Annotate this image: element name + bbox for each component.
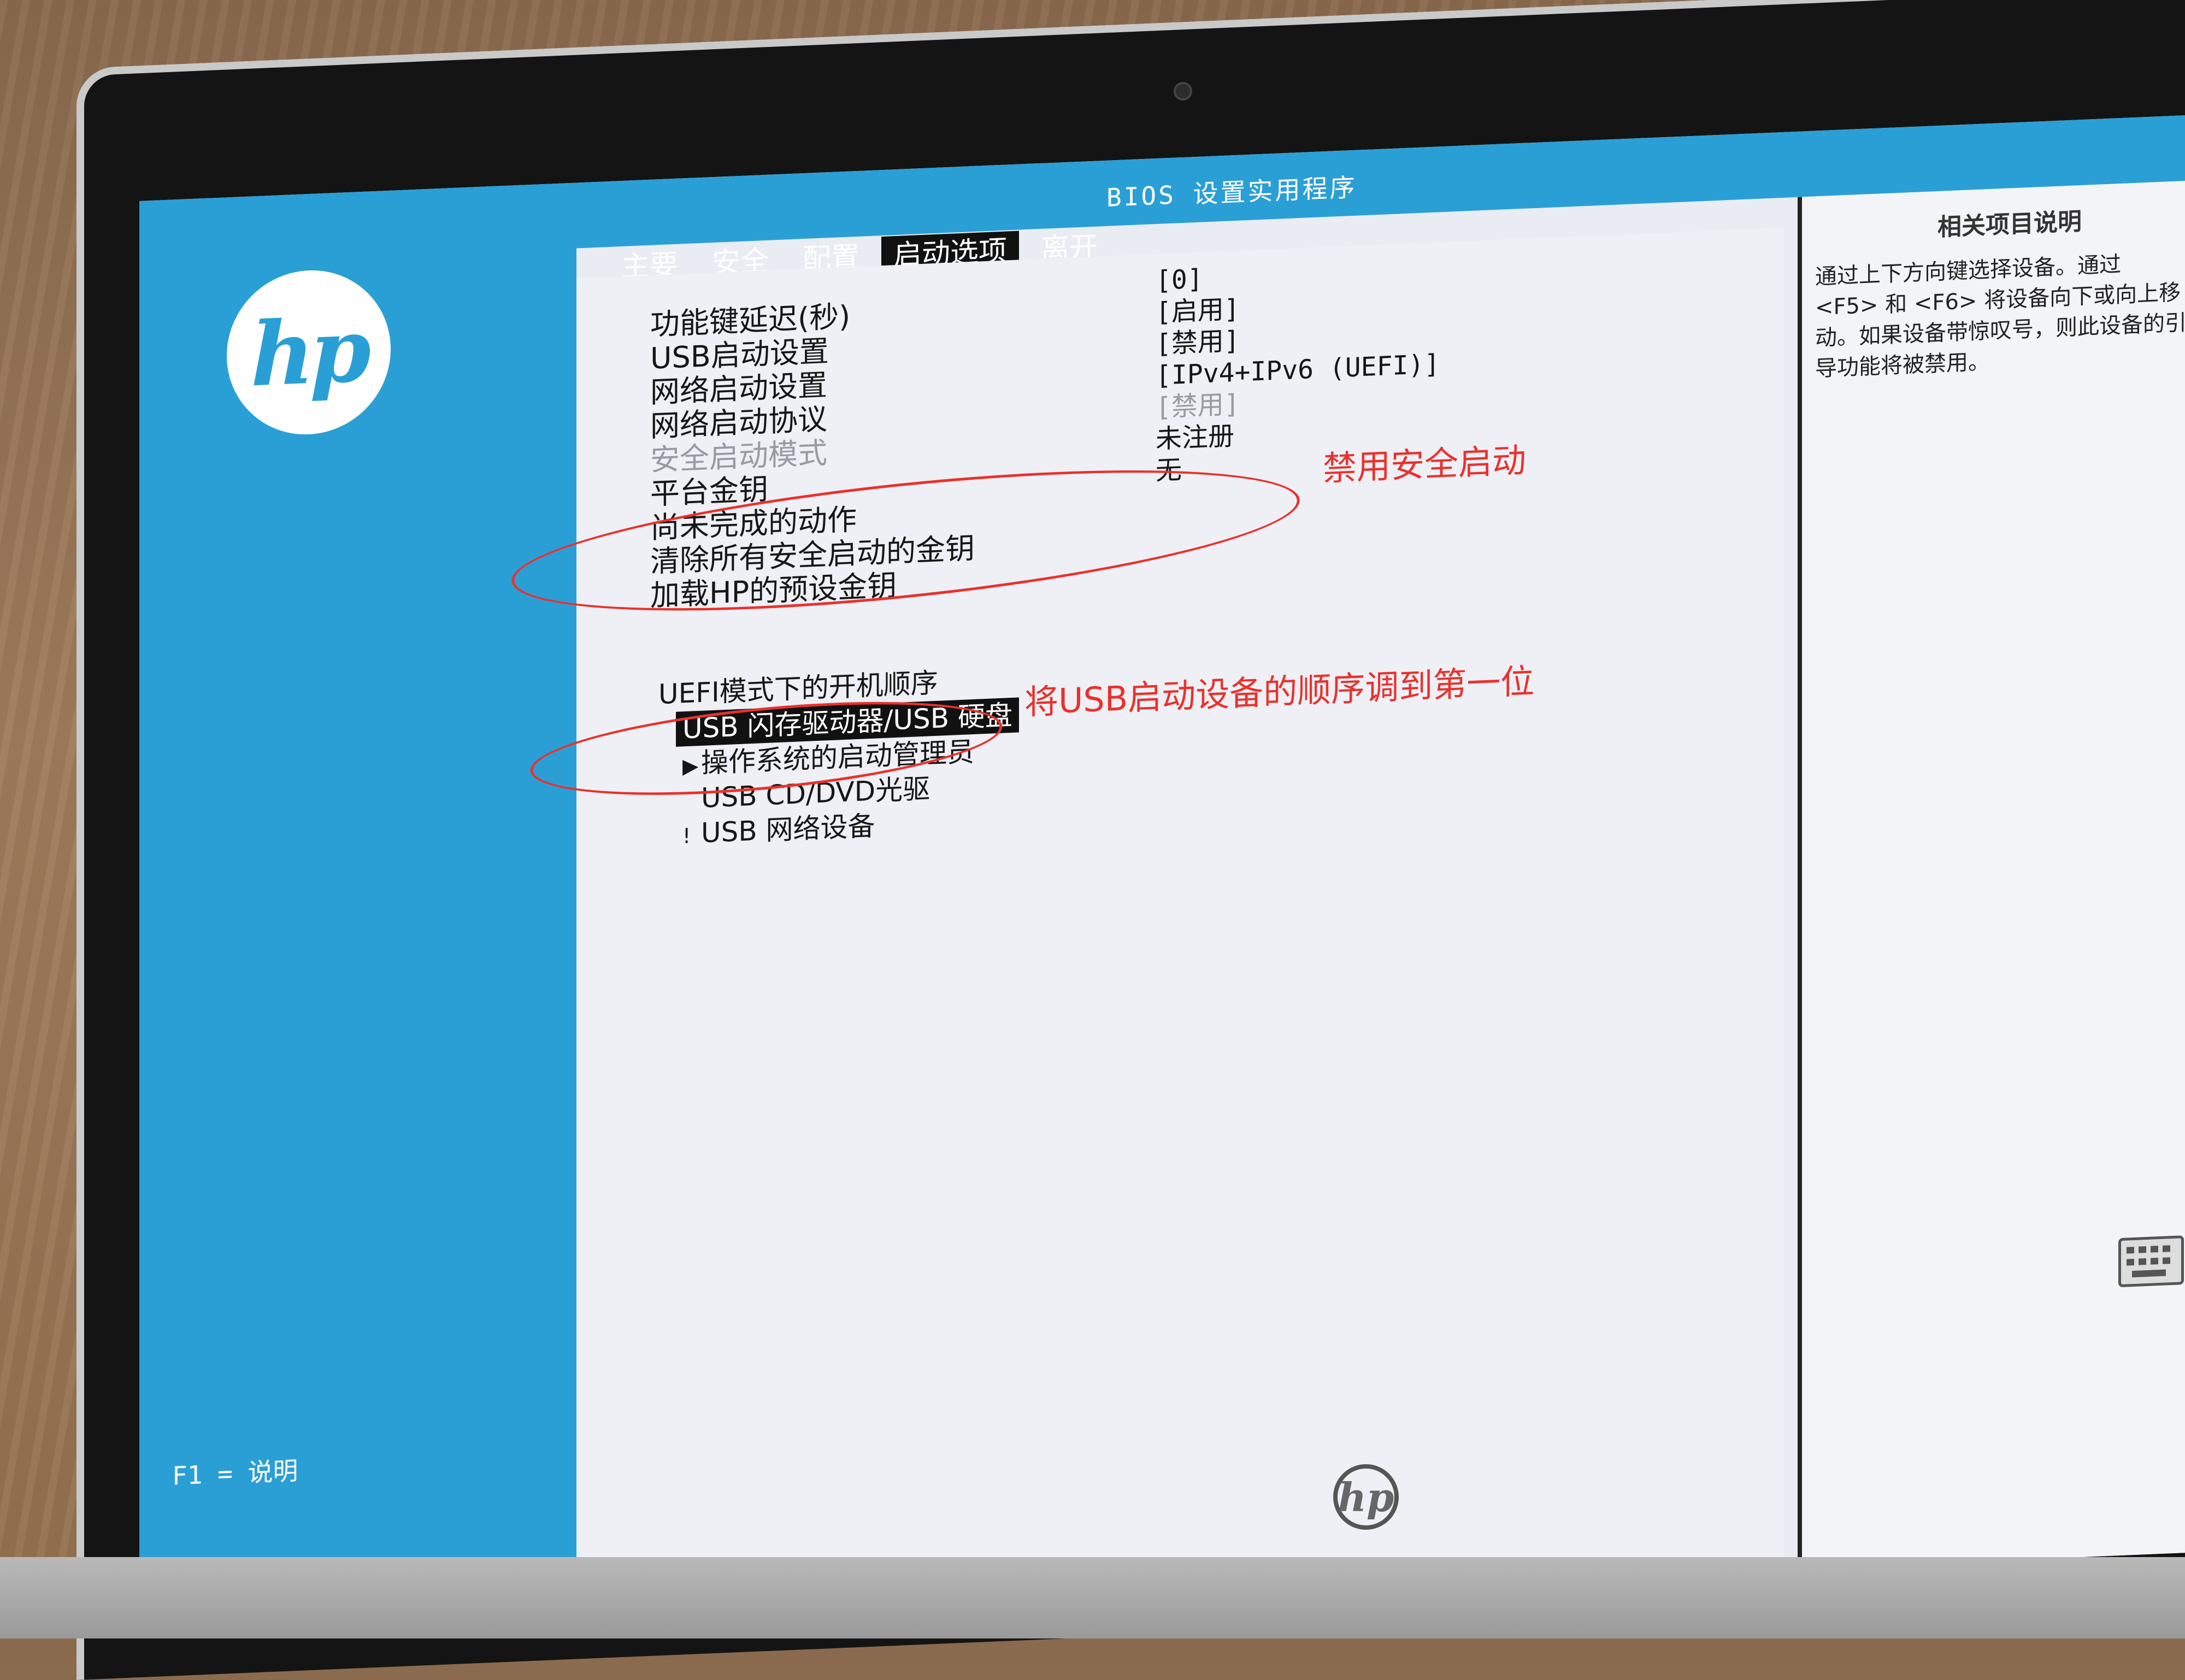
bios-screen: BIOS 设置实用程序 hp 主要 安全 配置 启动选项 离开 相关项目说明 通… [139, 115, 2185, 1639]
help-text: 通过上下方向键选择设备。通过 <F5> 和 <F6> 将设备向下或向上移动。如果… [1815, 251, 2185, 382]
laptop-chassis [0, 1557, 2185, 1638]
hp-logo: hp [227, 267, 391, 438]
help-panel: 相关项目说明 通过上下方向键选择设备。通过 <F5> 和 <F6> 将设备向下或… [1798, 179, 2185, 1635]
secure-boot-annotation: 禁用安全启动 [1323, 440, 1527, 489]
webcam [1174, 82, 1192, 101]
hp-chassis-logo: hp [1333, 1464, 1399, 1530]
keyboard-icon [2118, 1235, 2184, 1288]
help-title: 相关项目说明 [1937, 208, 2082, 242]
exclamation-icon: ! [682, 823, 691, 848]
boot-item-label: USB 网络设备 [701, 810, 875, 849]
boot-item-marker [682, 807, 701, 808]
hp-logo-text: hp [250, 298, 367, 406]
f1-help-hint: F1 = 说明 [172, 1455, 298, 1491]
